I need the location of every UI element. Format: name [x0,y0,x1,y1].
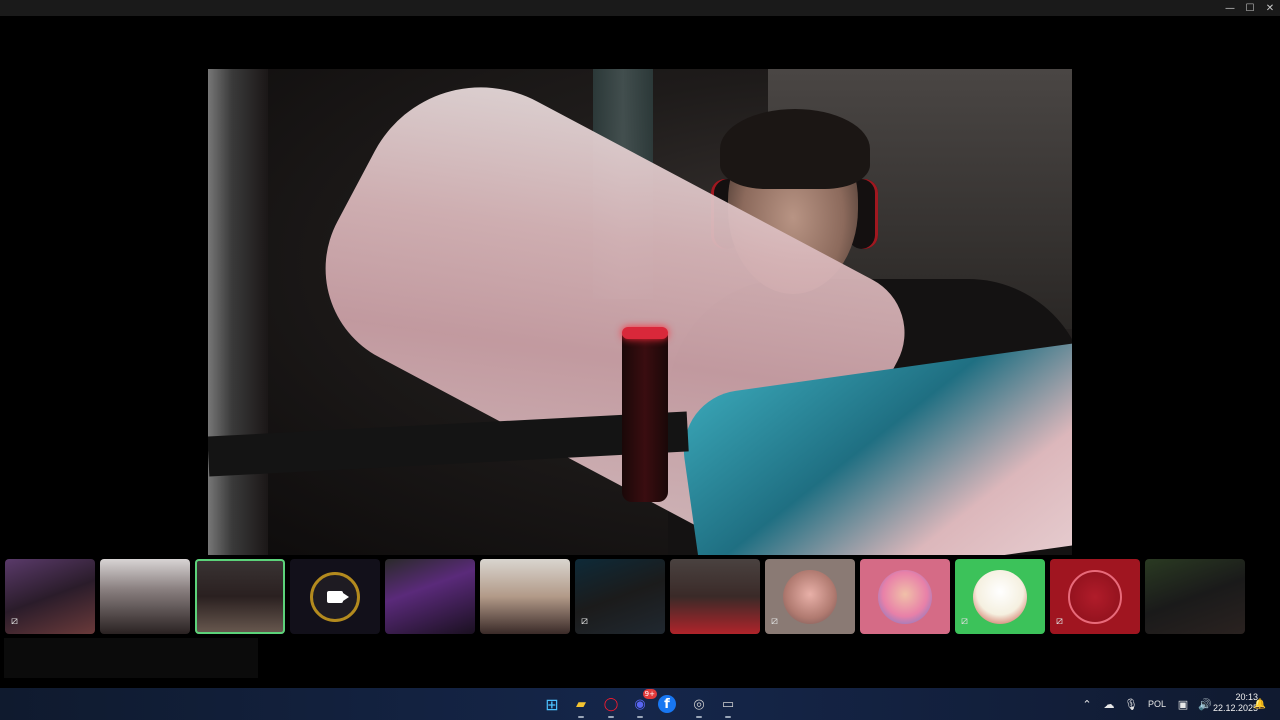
notification-bell-icon[interactable]: 🔔 [1252,692,1268,716]
opera-glyph: ◯ [603,696,619,712]
system-tray: ⌃ ☁ 🎙 POL ▣ 🔊 [1076,688,1216,720]
participant-tile[interactable]: ⧄ [1050,559,1140,634]
terminal-icon[interactable]: ▭ [716,692,740,718]
participant-tile[interactable] [860,559,950,634]
window-titlebar: — ☐ ✕ [0,0,1280,16]
discord-glyph: ◉ [634,696,646,712]
terminal-glyph: ▭ [721,696,735,712]
taskbar-clock[interactable]: 20:13 22.12.2025 [1206,692,1258,714]
camera-icon [327,590,349,603]
participant-tile[interactable]: ⧄ [765,559,855,634]
participant-tile[interactable] [385,559,475,634]
clock-date: 22.12.2025 [1212,703,1258,713]
discord-icon[interactable]: ◉ 9+ [628,689,657,718]
opera-icon[interactable]: ◯ [599,692,623,718]
cloud-icon[interactable]: ☁ [1098,698,1120,711]
running-indicator [637,716,643,718]
user-avatar [878,569,932,624]
participant-strip: ⧄ ⧄ ⧄ ⧄ ⧄ [0,559,1280,635]
self-preview-area [4,638,258,678]
call-window: — ☐ ✕ ⧄ ⧄ ⧄ ⧄ ⧄ [0,0,1280,688]
muted-icon: ⧄ [11,614,18,627]
obs-icon[interactable]: ◎ [687,692,711,718]
muted-icon: ⧄ [771,614,778,627]
muted-icon: ⧄ [1056,614,1063,627]
start-icon[interactable]: ⊞ [540,692,564,716]
participant-tile[interactable]: ⧄ [5,559,95,634]
minimize-button[interactable]: — [1220,0,1240,16]
running-indicator [578,716,584,718]
participant-tile[interactable] [1145,559,1245,634]
streamer-hair [720,109,870,189]
microphone [622,327,668,502]
muted-icon: ⧄ [961,614,968,627]
participant-tile[interactable]: ⧄ [955,559,1045,634]
show-hidden-icons-chevron-icon[interactable]: ⌃ [1076,698,1098,711]
participant-tile[interactable] [480,559,570,634]
file-explorer-icon[interactable]: ▰ [569,692,593,718]
participant-tile[interactable]: ⧄ [575,559,665,634]
close-button[interactable]: ✕ [1260,0,1280,16]
notification-badge: 9+ [642,689,657,699]
participant-tile[interactable] [670,559,760,634]
participant-tile-speaking[interactable] [195,559,285,634]
running-indicator [696,716,702,718]
windows-taskbar: ⊞ ▰ ◯ ◉ 9+ f ◎ ▭ ⌃ ☁ 🎙 POL ▣ 🔊 20:13 22.… [0,688,1280,720]
running-indicator [725,716,731,718]
running-indicator [608,716,614,718]
clock-time: 20:13 [1235,692,1258,702]
participant-tile[interactable] [100,559,190,634]
microphone-led [622,327,668,339]
main-video-feed[interactable] [208,69,1072,555]
microphone-icon[interactable]: 🎙 [1120,698,1142,711]
file-explorer-glyph: ▰ [576,696,586,712]
facebook-icon[interactable]: f [658,695,676,713]
user-avatar [973,569,1027,624]
video-background-door [208,69,268,555]
muted-icon: ⧄ [581,614,588,627]
input-language-indicator[interactable]: POL [1142,699,1172,709]
obs-glyph: ◎ [693,696,705,712]
camera-off-avatar [310,571,360,622]
participant-tile[interactable] [290,559,380,634]
maximize-button[interactable]: ☐ [1240,0,1260,16]
user-avatar [783,569,837,624]
display-icon[interactable]: ▣ [1172,698,1194,711]
user-avatar [1068,569,1122,624]
